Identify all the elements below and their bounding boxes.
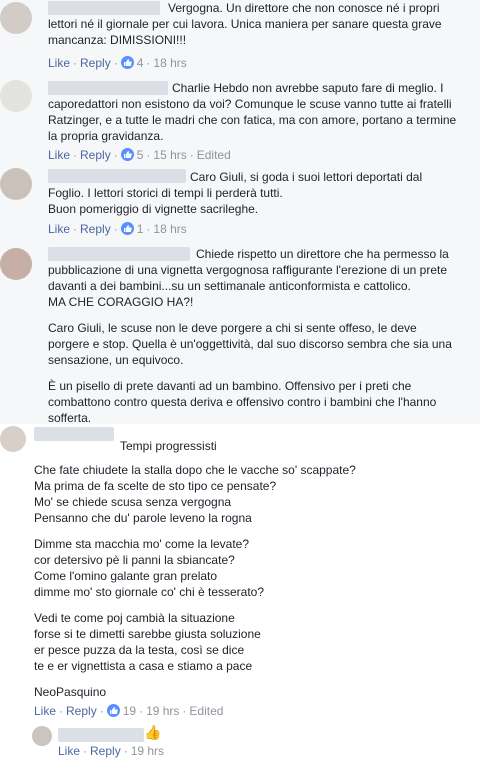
timestamp[interactable]: 19 hrs xyxy=(146,704,179,718)
like-link[interactable]: Like xyxy=(58,744,80,758)
avatar[interactable] xyxy=(0,80,32,112)
reply-link[interactable]: Reply xyxy=(66,704,97,718)
reply-link[interactable]: Reply xyxy=(80,148,111,162)
like-reaction-icon[interactable] xyxy=(106,704,120,717)
comment-text: Vergogna. Un direttore che non conosce n… xyxy=(48,0,464,48)
avatar[interactable] xyxy=(0,426,26,452)
timestamp[interactable]: 18 hrs xyxy=(153,222,186,236)
comment-text: Tempi progressisti Che fate chiudete la … xyxy=(34,438,464,700)
comment: Tempi progressisti Che fate chiudete la … xyxy=(0,424,480,720)
avatar[interactable] xyxy=(0,168,32,200)
reply-link[interactable]: Reply xyxy=(90,744,121,758)
like-reaction-icon[interactable] xyxy=(120,148,134,161)
like-reaction-icon[interactable] xyxy=(120,56,134,69)
comment-paragraph: Dimme sta macchia mo' come la levate? co… xyxy=(34,537,265,599)
comment-body: Charlie Hebdo non avrebbe saputo fare di… xyxy=(48,81,457,143)
reply-link[interactable]: Reply xyxy=(80,222,111,236)
comment: Vergogna. Un direttore che non conosce n… xyxy=(0,0,480,72)
comment-actions: Like · Reply · 1 · 18 hrs xyxy=(48,222,187,236)
like-link[interactable]: Like xyxy=(34,704,56,718)
comment: Charlie Hebdo non avrebbe saputo fare di… xyxy=(0,72,480,162)
comment-text: Chiede rispetto un direttore che ha perm… xyxy=(48,246,464,426)
comment-paragraph: È un pisello di prete davanti ad un bamb… xyxy=(48,379,437,425)
comment-paragraph: Tempi progressisti xyxy=(120,439,217,453)
comment-paragraph: Vedi te come poj cambià la situazione fo… xyxy=(34,611,261,673)
edited-label[interactable]: Edited xyxy=(189,704,223,718)
comment-paragraph: Chiede rispetto un direttore che ha perm… xyxy=(48,247,449,309)
timestamp[interactable]: 18 hrs xyxy=(153,56,186,70)
comment-actions: Like · Reply · 19 hrs xyxy=(58,744,165,758)
comment-actions: Like · Reply · 19 · 19 hrs · Edited xyxy=(34,704,224,718)
timestamp[interactable]: 19 hrs xyxy=(131,744,164,758)
avatar[interactable] xyxy=(0,248,32,280)
comment: Caro Giuli, si goda i suoi lettori depor… xyxy=(0,162,480,240)
thumbs-up-emoji-icon: 👍 xyxy=(144,724,162,740)
comment-text: Charlie Hebdo non avrebbe saputo fare di… xyxy=(48,80,464,144)
reaction-count[interactable]: 4 xyxy=(137,56,144,70)
comment-body: Caro Giuli, si goda i suoi lettori depor… xyxy=(48,170,423,216)
commenter-name-redacted[interactable] xyxy=(58,728,144,742)
comment-paragraph: Caro Giuli, le scuse non le deve porgere… xyxy=(48,321,452,367)
like-link[interactable]: Like xyxy=(48,222,70,236)
like-link[interactable]: Like xyxy=(48,148,70,162)
avatar[interactable] xyxy=(32,726,52,746)
comment: Chiede rispetto un direttore che ha perm… xyxy=(0,240,480,426)
comment-text: Caro Giuli, si goda i suoi lettori depor… xyxy=(48,169,464,217)
comment-signature: NeoPasquino xyxy=(34,685,107,699)
comment-paragraph: Che fate chiudete la stalla dopo che le … xyxy=(34,463,356,525)
comment-actions: Like · Reply · 4 · 18 hrs xyxy=(48,56,187,70)
comment-body: Vergogna. Un direttore che non conosce n… xyxy=(48,1,442,47)
reply-link[interactable]: Reply xyxy=(80,56,111,70)
like-link[interactable]: Like xyxy=(48,56,70,70)
like-reaction-icon[interactable] xyxy=(120,222,134,235)
edited-label[interactable]: Edited xyxy=(197,148,231,162)
comment-actions: Like · Reply · 5 · 15 hrs · Edited xyxy=(48,148,231,162)
reaction-count[interactable]: 19 xyxy=(123,704,136,718)
reaction-count[interactable]: 1 xyxy=(137,222,144,236)
avatar[interactable] xyxy=(0,2,32,34)
reply-comment: 👍 Like · Reply · 19 hrs xyxy=(0,722,480,762)
reaction-count[interactable]: 5 xyxy=(137,148,144,162)
timestamp[interactable]: 15 hrs xyxy=(153,148,186,162)
